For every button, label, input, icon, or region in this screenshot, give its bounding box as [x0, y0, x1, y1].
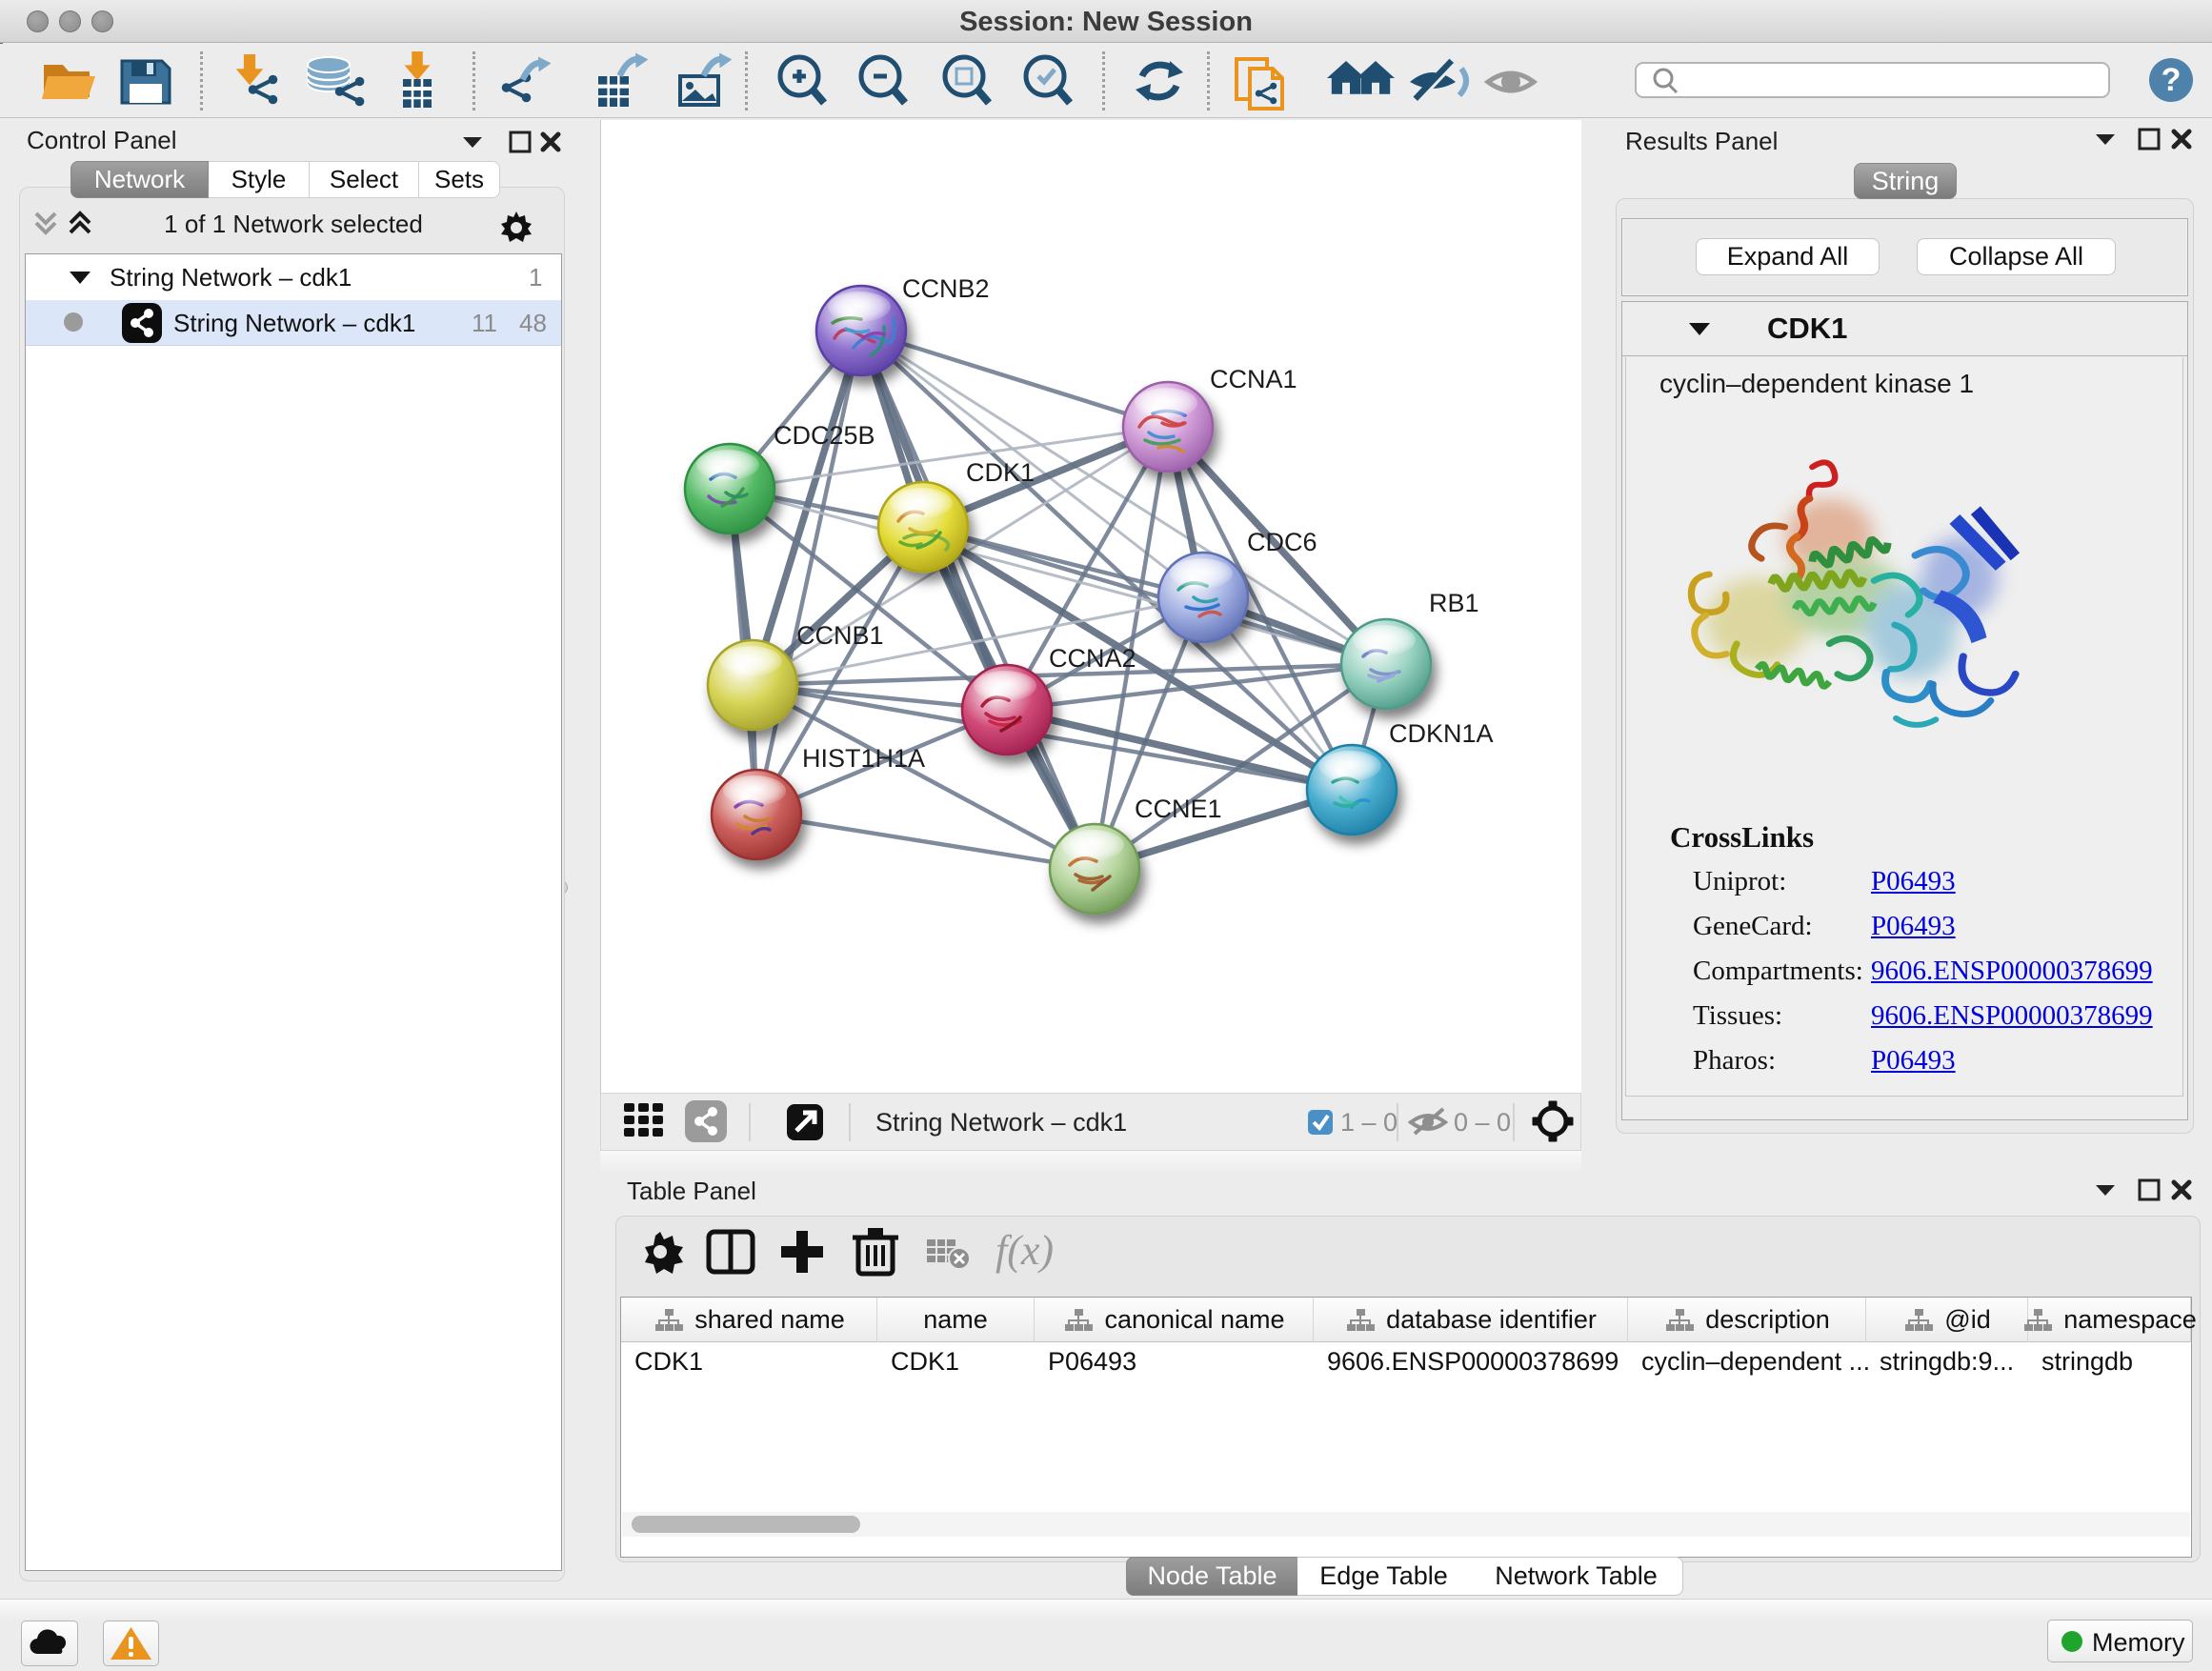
svg-text:CDKN1A: CDKN1A [1389, 719, 1494, 748]
svg-text:f(x): f(x) [995, 1227, 1054, 1274]
svg-text:CCNB2: CCNB2 [902, 274, 990, 303]
svg-text:1 – 0: 1 – 0 [1340, 1108, 1398, 1137]
svg-text:0 – 0: 0 – 0 [1454, 1108, 1511, 1137]
svg-text:CDC25B: CDC25B [774, 421, 875, 450]
svg-text:HIST1H1A: HIST1H1A [802, 744, 925, 773]
svg-text:CDC6: CDC6 [1247, 528, 1317, 556]
svg-text:CDK1: CDK1 [966, 458, 1035, 487]
svg-text:CCNE1: CCNE1 [1135, 795, 1222, 823]
svg-text:CCNA1: CCNA1 [1210, 365, 1297, 393]
svg-text:CCNB1: CCNB1 [796, 621, 884, 650]
svg-text:RB1: RB1 [1429, 589, 1479, 617]
svg-text:CCNA2: CCNA2 [1049, 644, 1136, 673]
svg-text:String Network – cdk1: String Network – cdk1 [875, 1108, 1127, 1137]
